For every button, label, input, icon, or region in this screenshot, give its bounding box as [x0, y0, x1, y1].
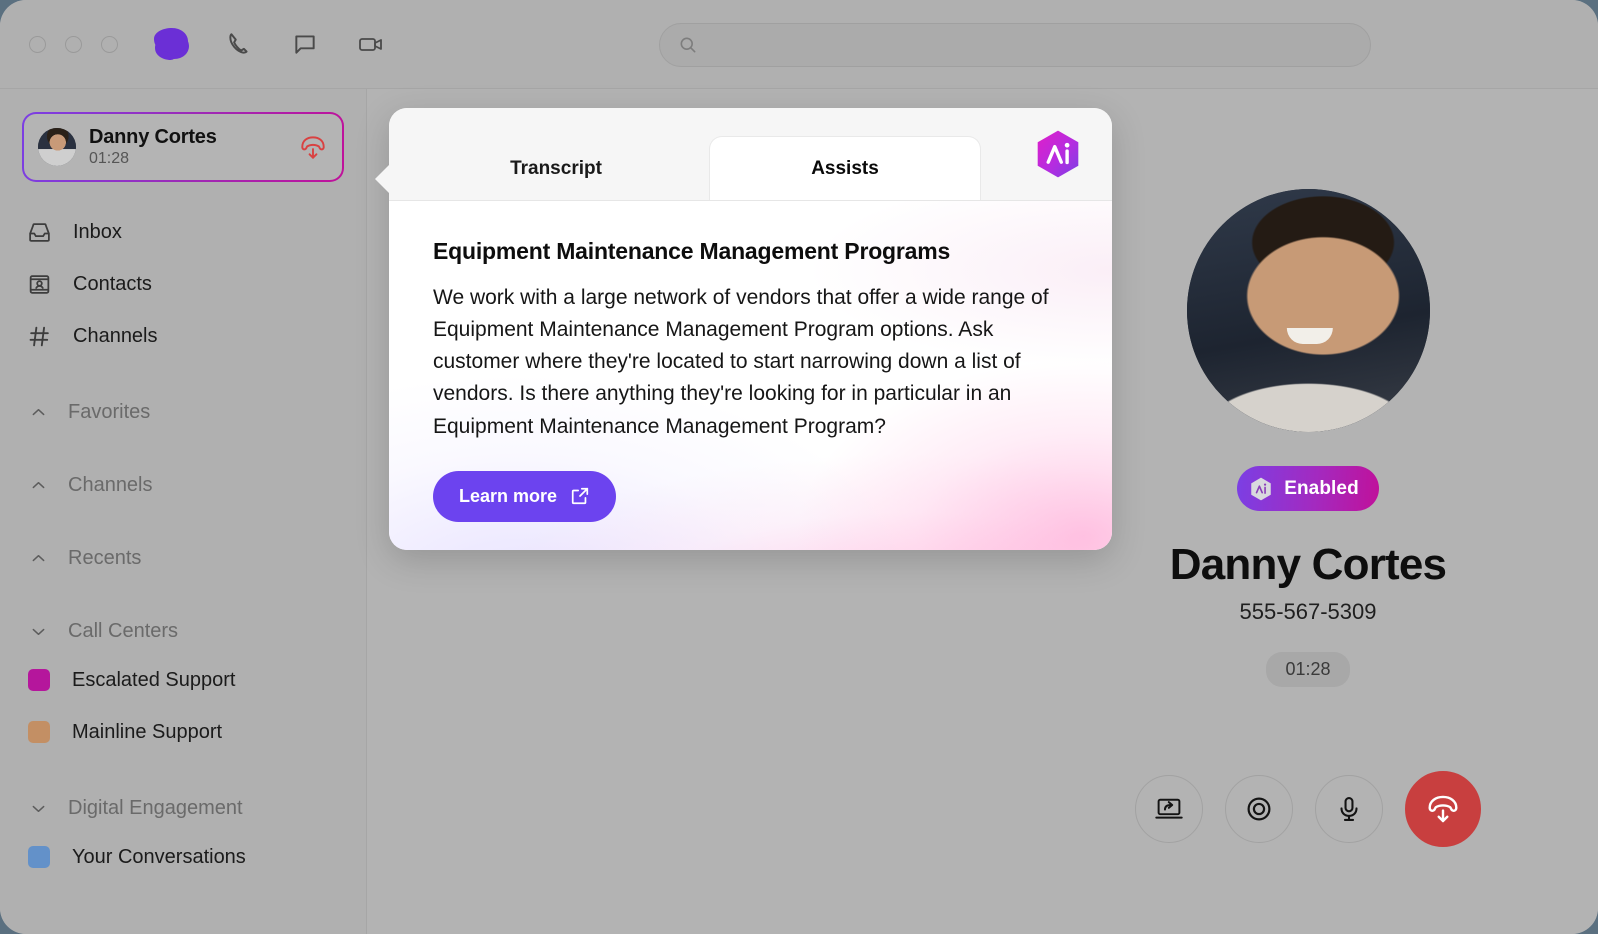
- chevron-up-icon: [28, 548, 48, 568]
- sidebar-section-label: Recents: [68, 546, 142, 569]
- video-icon[interactable]: [351, 24, 391, 64]
- hash-icon: [26, 323, 52, 349]
- contact-panel: Enabled Danny Cortes 555-567-5309 01:28: [1028, 189, 1588, 687]
- chevron-up-icon: [28, 475, 48, 495]
- contact-name: Danny Cortes: [1169, 540, 1447, 589]
- sidebar-section-channels[interactable]: Channels: [0, 462, 366, 508]
- call-duration-badge: 01:28: [1266, 652, 1350, 687]
- sidebar: Danny Cortes 01:28 Inbox Contacts Channe…: [0, 89, 367, 934]
- sidebar-item-label: Escalated Support: [72, 668, 236, 691]
- card-pointer: [375, 164, 390, 194]
- end-call-button[interactable]: [1405, 771, 1481, 847]
- search-bar[interactable]: [659, 23, 1371, 67]
- minimize-window-button[interactable]: [65, 35, 82, 53]
- color-swatch: [28, 669, 50, 691]
- hangup-down-icon[interactable]: [298, 132, 328, 162]
- sidebar-item-label: Contacts: [73, 272, 152, 295]
- mute-button[interactable]: [1315, 775, 1383, 843]
- sidebar-section-favorites[interactable]: Favorites: [0, 389, 366, 435]
- assist-card: Transcript Assists Equipment Maintenance…: [375, 108, 1112, 550]
- hangup-down-icon: [1424, 790, 1462, 828]
- sidebar-item-inbox[interactable]: Inbox: [0, 206, 366, 258]
- record-circle-icon: [1244, 794, 1274, 824]
- sidebar-section-call-centers[interactable]: Call Centers: [0, 608, 366, 654]
- tab-assists[interactable]: Assists: [709, 136, 981, 200]
- record-button[interactable]: [1225, 775, 1293, 843]
- chevron-down-icon: [28, 621, 48, 641]
- contacts-icon: [26, 271, 52, 297]
- sidebar-item-label: Channels: [73, 324, 158, 347]
- external-link-icon: [570, 486, 590, 506]
- ai-status-label: Enabled: [1284, 477, 1359, 499]
- chevron-down-icon: [28, 798, 48, 818]
- sidebar-item-escalated-support[interactable]: Escalated Support: [0, 654, 366, 706]
- inbox-icon: [26, 219, 52, 245]
- color-swatch: [28, 846, 50, 868]
- brand-logo-icon: [151, 23, 193, 65]
- color-swatch: [28, 721, 50, 743]
- active-call-duration: 01:28: [89, 149, 130, 167]
- learn-more-button[interactable]: Learn more: [433, 470, 617, 522]
- ai-hexagon-icon[interactable]: [1032, 128, 1084, 180]
- assist-card-body: Equipment Maintenance Management Program…: [389, 201, 1112, 550]
- app-window: Danny Cortes 01:28 Inbox Contacts Channe…: [0, 0, 1598, 934]
- sidebar-section-label: Channels: [68, 473, 153, 496]
- call-controls: [1028, 771, 1588, 847]
- sidebar-section-recents[interactable]: Recents: [0, 535, 366, 581]
- tab-transcript[interactable]: Transcript: [403, 138, 709, 200]
- search-input[interactable]: [708, 36, 1352, 54]
- sidebar-item-your-conversations[interactable]: Your Conversations: [0, 831, 366, 883]
- ai-status-badge[interactable]: Enabled: [1237, 466, 1379, 511]
- sidebar-section-digital-engagement[interactable]: Digital Engagement: [0, 785, 366, 831]
- ai-hexagon-icon: [1248, 476, 1274, 502]
- sidebar-item-mainline-support[interactable]: Mainline Support: [0, 706, 366, 758]
- search-icon: [678, 35, 698, 55]
- main-content: Enabled Danny Cortes 555-567-5309 01:28: [368, 89, 1598, 934]
- sidebar-item-label: Mainline Support: [72, 720, 223, 743]
- assist-body-text: We work with a large network of vendors …: [433, 286, 1049, 438]
- learn-more-label: Learn more: [459, 485, 558, 506]
- phone-icon[interactable]: [219, 24, 259, 64]
- assist-card-tabbar: Transcript Assists: [389, 108, 1112, 201]
- window-controls: [29, 35, 118, 53]
- titlebar: [0, 0, 1598, 89]
- sidebar-item-label: Your Conversations: [72, 845, 246, 868]
- screen-share-icon: [1154, 794, 1184, 824]
- sidebar-item-label: Inbox: [73, 220, 122, 243]
- close-window-button[interactable]: [29, 35, 46, 53]
- chevron-up-icon: [28, 402, 48, 422]
- sidebar-item-channels[interactable]: Channels: [0, 310, 366, 362]
- maximize-window-button[interactable]: [101, 35, 118, 53]
- sidebar-section-label: Call Centers: [68, 619, 179, 642]
- avatar: [38, 128, 76, 166]
- chat-icon[interactable]: [285, 24, 325, 64]
- active-call-card[interactable]: Danny Cortes 01:28: [22, 112, 344, 182]
- sidebar-section-label: Digital Engagement: [68, 796, 243, 819]
- contact-photo: [1186, 189, 1430, 432]
- screen-share-button[interactable]: [1135, 775, 1203, 843]
- sidebar-section-label: Favorites: [68, 400, 151, 423]
- active-call-name: Danny Cortes: [89, 125, 217, 148]
- microphone-icon: [1334, 794, 1364, 824]
- sidebar-item-contacts[interactable]: Contacts: [0, 258, 366, 310]
- assist-title: Equipment Maintenance Management Program…: [433, 238, 951, 264]
- contact-phone: 555-567-5309: [1239, 599, 1377, 624]
- primary-nav: Inbox Contacts Channels: [0, 206, 366, 362]
